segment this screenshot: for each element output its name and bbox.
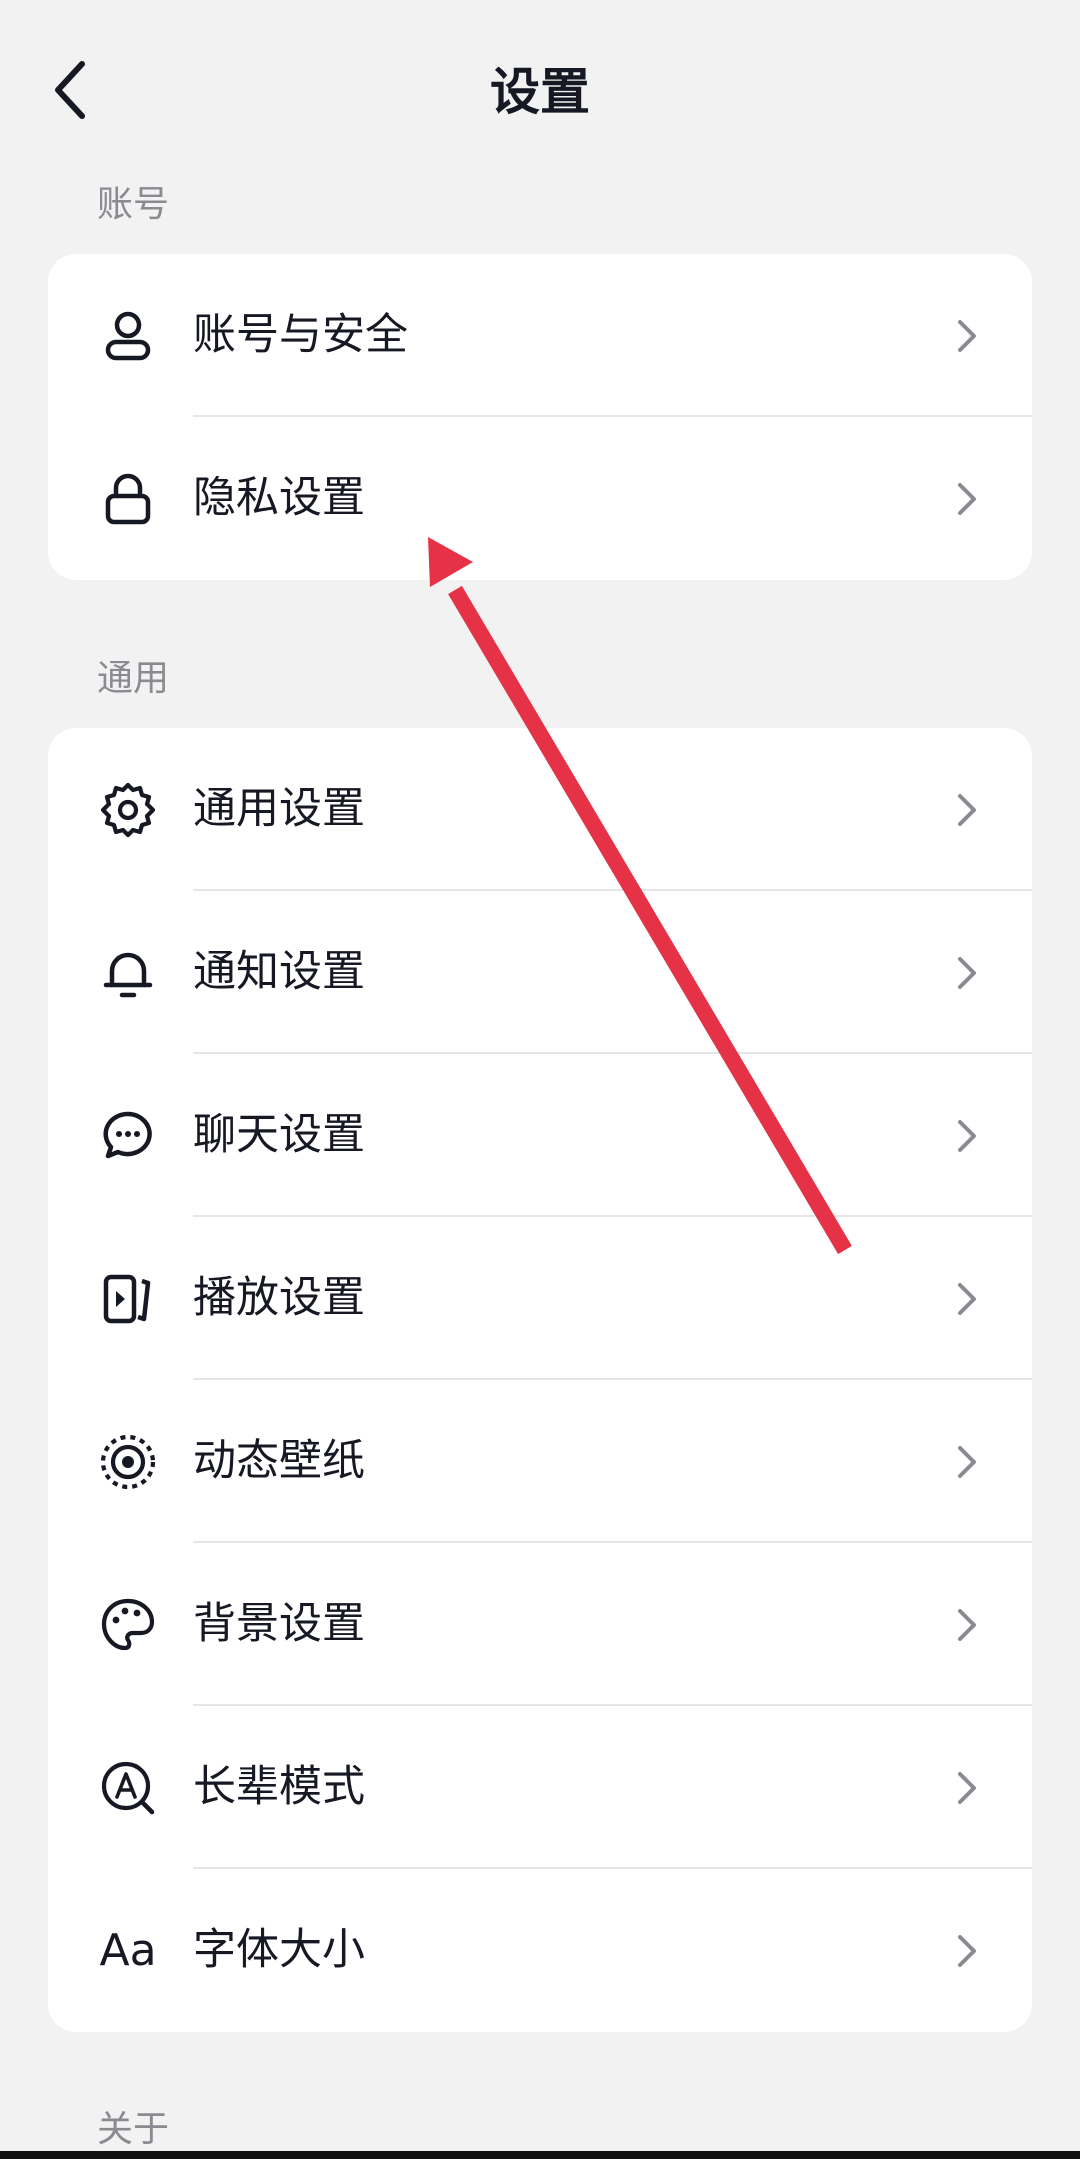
top-bar: 设置 bbox=[0, 0, 1080, 180]
chevron-right-icon bbox=[952, 1768, 982, 1808]
settings-item-label: 字体大小 bbox=[193, 1925, 365, 1975]
settings-item-label: 通知设置 bbox=[193, 947, 365, 997]
gear-icon bbox=[98, 780, 158, 840]
section-label-general: 通用 bbox=[97, 658, 170, 699]
settings-item-privacy[interactable]: 隐私设置 bbox=[48, 417, 1032, 580]
page-title: 设置 bbox=[490, 63, 590, 121]
palette-icon bbox=[98, 1595, 158, 1655]
chevron-right-icon bbox=[952, 316, 982, 356]
system-nav-bar bbox=[0, 2151, 1080, 2159]
settings-item-label: 账号与安全 bbox=[193, 310, 408, 360]
settings-item-chat[interactable]: 聊天设置 bbox=[48, 1054, 1032, 1217]
settings-item-label: 隐私设置 bbox=[193, 473, 365, 523]
elder-mode-icon bbox=[98, 1758, 158, 1818]
chevron-right-icon bbox=[952, 479, 982, 519]
settings-item-label: 通用设置 bbox=[193, 784, 365, 834]
chevron-right-icon bbox=[952, 1605, 982, 1645]
bell-icon bbox=[98, 943, 158, 1003]
chevron-right-icon bbox=[952, 1442, 982, 1482]
settings-item-label: 动态壁纸 bbox=[193, 1436, 365, 1486]
font-size-icon: Aa bbox=[99, 1924, 157, 1976]
settings-item-notifications[interactable]: 通知设置 bbox=[48, 891, 1032, 1054]
settings-item-general[interactable]: 通用设置 bbox=[48, 728, 1032, 891]
lock-icon bbox=[98, 469, 158, 529]
settings-item-playback[interactable]: 播放设置 bbox=[48, 1217, 1032, 1380]
play-panel-icon bbox=[98, 1269, 158, 1329]
settings-item-label: 背景设置 bbox=[193, 1599, 365, 1649]
section-label-account: 账号 bbox=[97, 184, 170, 225]
user-icon bbox=[98, 306, 158, 366]
settings-item-background[interactable]: 背景设置 bbox=[48, 1543, 1032, 1706]
settings-item-font-size[interactable]: Aa 字体大小 bbox=[48, 1869, 1032, 2032]
settings-item-label: 播放设置 bbox=[193, 1273, 365, 1323]
chat-bubble-icon bbox=[98, 1106, 158, 1166]
chevron-right-icon bbox=[952, 1116, 982, 1156]
section-label-about: 关于 bbox=[97, 2109, 170, 2150]
settings-item-elder-mode[interactable]: 长辈模式 bbox=[48, 1706, 1032, 1869]
live-wallpaper-icon bbox=[98, 1432, 158, 1492]
chevron-right-icon bbox=[952, 790, 982, 830]
chevron-right-icon bbox=[952, 953, 982, 993]
settings-item-label: 长辈模式 bbox=[193, 1762, 365, 1812]
settings-item-account-security[interactable]: 账号与安全 bbox=[48, 254, 1032, 417]
settings-item-live-wallpaper[interactable]: 动态壁纸 bbox=[48, 1380, 1032, 1543]
chevron-right-icon bbox=[952, 1931, 982, 1971]
settings-screen: 设置 账号 账号与安全 隐私设置 通用 通用设置 通知设置 聊天设置 播放设置 … bbox=[0, 0, 1080, 2159]
settings-item-label: 聊天设置 bbox=[193, 1110, 365, 1160]
general-card: 通用设置 通知设置 聊天设置 播放设置 动态壁纸 背景设置 长辈模式 Aa 字体… bbox=[48, 728, 1032, 2032]
chevron-right-icon bbox=[952, 1279, 982, 1319]
account-card: 账号与安全 隐私设置 bbox=[48, 254, 1032, 580]
